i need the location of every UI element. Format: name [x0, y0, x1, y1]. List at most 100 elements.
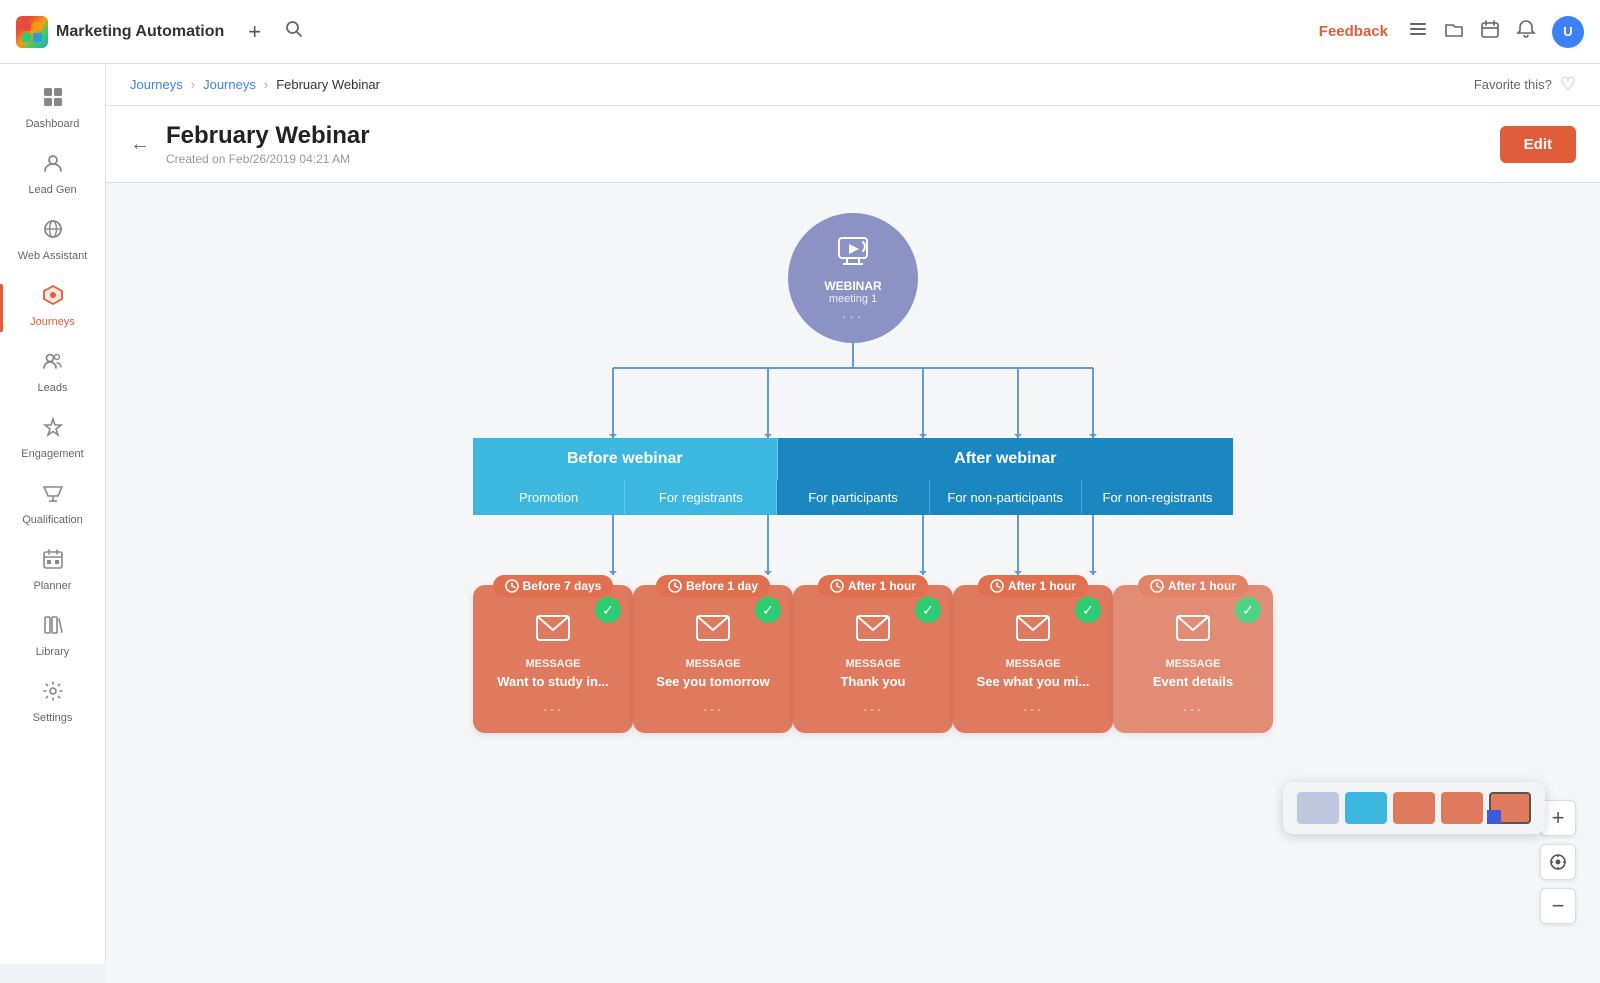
search-button[interactable] — [281, 16, 307, 47]
card-mail-icon-2 — [695, 613, 731, 650]
favorite-label: Favorite this? — [1474, 77, 1552, 92]
sidebar-item-leadgen[interactable]: Lead Gen — [0, 142, 105, 206]
sidebar-item-journeys[interactable]: Journeys — [0, 274, 105, 338]
columns-table: Before webinar After webinar Promotion F… — [473, 438, 1233, 515]
card-dots-2: ··· — [703, 701, 723, 717]
clock-icon-3 — [830, 579, 844, 593]
back-button[interactable]: ← — [130, 133, 150, 156]
sidebar-item-leads[interactable]: Leads — [0, 340, 105, 404]
sidebar-item-library[interactable]: Library — [0, 604, 105, 668]
card-wrapper-3: After 1 hour ✓ MESSAGE Thank you ··· — [793, 575, 953, 733]
card-timing-5: After 1 hour — [1138, 575, 1248, 597]
zoom-reset-button[interactable] — [1540, 844, 1576, 880]
sidebar-item-leadgen-label: Lead Gen — [28, 184, 76, 196]
card-timing-label-3: After 1 hour — [848, 579, 916, 593]
favorite-heart-icon[interactable]: ♡ — [1560, 74, 1576, 95]
webinar-node-label1: WEBINAR — [824, 279, 881, 293]
card-mail-icon-4 — [1015, 613, 1051, 650]
webinar-node[interactable]: WEBINAR meeting 1 ··· — [788, 213, 918, 343]
flow-container: WEBINAR meeting 1 ··· — [126, 213, 1580, 733]
card-title-2: See you tomorrow — [656, 674, 769, 691]
sidebar-item-dashboard[interactable]: Dashboard — [0, 76, 105, 140]
journeys-icon — [42, 284, 64, 312]
breadcrumb-bar: Journeys › Journeys › February Webinar F… — [106, 64, 1600, 106]
zoom-in-button[interactable]: + — [1540, 800, 1576, 836]
webinar-node-icon — [835, 232, 871, 275]
thumb-2 — [1345, 792, 1387, 824]
card-type-5: MESSAGE — [1165, 658, 1220, 670]
card-timing-label-4: After 1 hour — [1008, 579, 1076, 593]
folder-icon[interactable] — [1444, 19, 1464, 44]
sidebar-item-webassistant-label: Web Assistant — [18, 250, 88, 262]
bell-icon[interactable] — [1516, 19, 1536, 44]
settings-icon — [42, 680, 64, 708]
journey-card-5[interactable]: ✓ MESSAGE Event details ··· — [1113, 585, 1273, 733]
card-timing-4: After 1 hour — [978, 575, 1088, 597]
thumb-4 — [1441, 792, 1483, 824]
card-wrapper-4: After 1 hour ✓ MESSAGE See what you mi..… — [953, 575, 1113, 733]
main-content: Journeys › Journeys › February Webinar F… — [106, 64, 1600, 983]
journey-canvas: WEBINAR meeting 1 ··· — [106, 183, 1600, 983]
journey-card-2[interactable]: ✓ MESSAGE See you tomorrow ··· — [633, 585, 793, 733]
sidebar-item-qualification[interactable]: Qualification — [0, 472, 105, 536]
col-sub-promotion: Promotion — [473, 480, 625, 515]
webinar-node-label2: meeting 1 — [829, 293, 877, 305]
engagement-icon — [42, 416, 64, 444]
breadcrumb-journeys-link[interactable]: Journeys — [130, 77, 183, 92]
cards-row: Before 7 days ✓ MESSAGE Want to study in… — [473, 575, 1233, 733]
card-mail-icon-1 — [535, 613, 571, 650]
columns-sub-row: Promotion For registrants For participan… — [473, 480, 1233, 515]
card-timing-1: Before 7 days — [493, 575, 614, 597]
topbar-right-icons: U — [1408, 16, 1584, 48]
card-dots-5: ··· — [1183, 701, 1203, 717]
col-after-webinar-header: After webinar — [778, 438, 1233, 480]
clock-icon-4 — [990, 579, 1004, 593]
card-type-2: MESSAGE — [685, 658, 740, 670]
sidebar: Dashboard Lead Gen Web Assistant — [0, 64, 106, 964]
columns-header-row: Before webinar After webinar — [473, 438, 1233, 480]
page-header: ← February Webinar Created on Feb/26/201… — [106, 106, 1600, 183]
calendar-icon[interactable] — [1480, 19, 1500, 44]
sidebar-item-engagement[interactable]: Engagement — [0, 406, 105, 470]
sidebar-item-webassistant[interactable]: Web Assistant — [0, 208, 105, 272]
edit-button[interactable]: Edit — [1500, 126, 1576, 163]
card-title-1: Want to study in... — [497, 674, 608, 691]
qualification-icon — [42, 482, 64, 510]
col-before-webinar-header: Before webinar — [473, 438, 778, 480]
cursor-indicator — [1487, 810, 1501, 824]
list-icon[interactable] — [1408, 19, 1428, 44]
active-indicator — [0, 284, 3, 332]
clock-icon-1 — [505, 579, 519, 593]
card-check-2: ✓ — [755, 597, 781, 623]
card-timing-label-2: Before 1 day — [686, 579, 758, 593]
connector-svg-bottom — [473, 515, 1233, 575]
journey-card-1[interactable]: ✓ MESSAGE Want to study in... ··· — [473, 585, 633, 733]
thumb-1 — [1297, 792, 1339, 824]
leadgen-icon — [42, 152, 64, 180]
thumb-3 — [1393, 792, 1435, 824]
zoom-controls: + − — [1540, 800, 1576, 924]
sidebar-item-engagement-label: Engagement — [21, 448, 83, 460]
user-avatar[interactable]: U — [1552, 16, 1584, 48]
card-timing-2: Before 1 day — [656, 575, 770, 597]
sidebar-item-planner[interactable]: Planner — [0, 538, 105, 602]
feedback-button[interactable]: Feedback — [1319, 23, 1388, 40]
card-wrapper-5: After 1 hour ✓ MESSAGE Event details ··· — [1113, 575, 1273, 733]
zoom-out-button[interactable]: − — [1540, 888, 1576, 924]
page-header-left: ← February Webinar Created on Feb/26/201… — [130, 122, 370, 166]
breadcrumb: Journeys › Journeys › February Webinar — [130, 77, 380, 92]
topbar: Marketing Automation + Feedback — [0, 0, 1600, 64]
add-button[interactable]: + — [244, 15, 265, 49]
page-subtitle: Created on Feb/26/2019 04:21 AM — [166, 152, 370, 166]
card-title-4: See what you mi... — [977, 674, 1090, 691]
journey-card-3[interactable]: ✓ MESSAGE Thank you ··· — [793, 585, 953, 733]
minimap-panel — [1283, 782, 1545, 834]
journey-card-4[interactable]: ✓ MESSAGE See what you mi... ··· — [953, 585, 1113, 733]
card-mail-icon-3 — [855, 613, 891, 650]
sidebar-item-settings[interactable]: Settings — [0, 670, 105, 734]
breadcrumb-journeys2-link[interactable]: Journeys — [203, 77, 256, 92]
dashboard-icon — [42, 86, 64, 114]
col-sub-nonparticipants: For non-participants — [930, 480, 1082, 515]
webassistant-icon — [42, 218, 64, 246]
card-wrapper-1: Before 7 days ✓ MESSAGE Want to study in… — [473, 575, 633, 733]
